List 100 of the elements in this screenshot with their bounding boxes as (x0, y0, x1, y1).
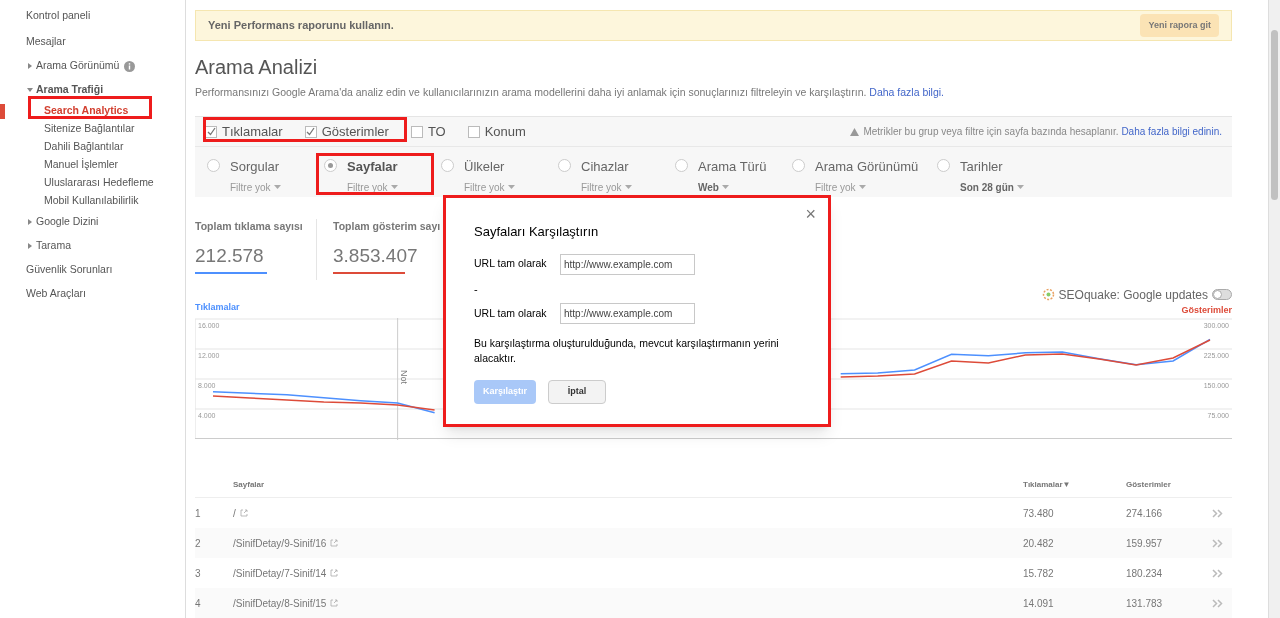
separator-text: - (474, 281, 479, 297)
double-chevron-icon[interactable] (1212, 598, 1223, 608)
page-path: /SinifDetay/7-Sinif/14 (233, 566, 327, 581)
metric-value: 212.578 (195, 244, 265, 269)
checkbox-label: Konum (484, 123, 526, 142)
grouping-label[interactable]: Arama Türü (698, 157, 767, 177)
grouping-label[interactable]: Arama Görünümü (815, 157, 919, 177)
sidebar-subitem[interactable]: Mobil Kullanılabilirlik (44, 193, 139, 209)
caret-down-icon[interactable] (27, 87, 33, 93)
warning-icon (850, 127, 860, 136)
caret-down-icon (273, 185, 281, 190)
filter-dropdown[interactable]: Web (698, 179, 767, 195)
table-cell-text: 15.782 (1023, 566, 1055, 581)
checkbox-label: Tıklamalar (222, 123, 283, 142)
external-link-icon[interactable] (330, 569, 339, 577)
radio-button[interactable] (441, 159, 454, 173)
sidebar-subitem[interactable]: Sitenize Bağlantılar (44, 121, 135, 137)
url-input[interactable]: http://www.example.com (560, 303, 695, 324)
checkbox[interactable] (410, 125, 423, 138)
radio-button[interactable] (558, 159, 571, 173)
banner-text: Yeni Performans raporunu kullanın. (208, 18, 394, 34)
dialog-note: Bu karşılaştırma oluşturulduğunda, mevcut karşılaştırmanın yerini alacaktır. (474, 336, 780, 366)
row-number: 1 (195, 506, 202, 521)
checkbox[interactable] (304, 125, 317, 138)
chart-axis-title: Tıklamalar (195, 300, 240, 314)
external-link-icon[interactable] (330, 599, 339, 607)
table-cell-text: 274.166 (1126, 506, 1164, 521)
radio-button[interactable] (324, 159, 337, 173)
caret-down-icon (507, 185, 515, 190)
caret-right-icon[interactable] (27, 243, 33, 249)
radio-button[interactable] (675, 159, 688, 173)
seoquake-icon (1041, 288, 1055, 302)
caret-down-icon (1016, 185, 1024, 190)
sidebar-item[interactable]: Web Araçları (26, 286, 86, 302)
field-label: URL tam olarak (474, 256, 548, 272)
table-cell-text: 14.091 (1023, 596, 1055, 611)
column-header[interactable]: Gösterimler (1126, 478, 1206, 491)
metric-label: Toplam tıklama sayısı (195, 218, 304, 234)
grouping-label[interactable]: Sorgular (230, 157, 281, 177)
sidebar-subitem[interactable]: Dahili Bağlantılar (44, 139, 124, 155)
grouping-label[interactable]: Ülkeler (464, 157, 515, 177)
caret-down-icon (390, 185, 398, 190)
external-link-icon[interactable] (239, 509, 248, 517)
page-path: / (233, 506, 236, 521)
radio-button[interactable] (792, 159, 805, 173)
page-path: /SinifDetay/8-Sinif/15 (233, 596, 327, 611)
page-path: /SinifDetay/9-Sinif/16 (233, 536, 327, 551)
grouping-label[interactable]: Cihazlar (581, 157, 632, 177)
sidebar-item[interactable]: Güvenlik Sorunları (26, 262, 113, 278)
radio-button[interactable] (207, 159, 220, 173)
row-number: 4 (195, 596, 202, 611)
sidebar-subitem[interactable]: Manuel İşlemler (44, 157, 119, 173)
sidebar-item[interactable]: Arama Trafiği (36, 82, 104, 98)
info-icon[interactable] (124, 60, 136, 72)
field-label: URL tam olarak (474, 305, 548, 321)
new-report-button[interactable]: Yeni rapora git (1140, 13, 1219, 38)
sidebar-item[interactable]: Google Dizini (36, 214, 99, 230)
sidebar-subitem[interactable]: Search Analytics (44, 103, 129, 119)
cancel-button[interactable]: İptal (548, 380, 607, 404)
double-chevron-icon[interactable] (1212, 538, 1223, 548)
grouping-label[interactable]: Sayfalar (347, 157, 398, 177)
page-title: Arama Analizi (195, 54, 319, 79)
sidebar-item[interactable]: Mesajlar (26, 34, 66, 50)
double-chevron-icon[interactable] (1212, 508, 1223, 518)
filter-dropdown[interactable]: Son 28 gün (960, 179, 1024, 195)
external-link-icon[interactable] (330, 539, 339, 547)
close-button[interactable]: × (805, 204, 816, 224)
grouping-label[interactable]: Tarihler (960, 157, 1024, 177)
toggle-switch[interactable] (1212, 289, 1232, 301)
row-number: 3 (195, 566, 202, 581)
column-header[interactable]: Tıklamalar▼ (1023, 478, 1126, 491)
seoquake-label: SEOquake: Google updates (1058, 286, 1208, 304)
checkbox-label: Gösterimler (321, 123, 389, 142)
scrollbar-thumb[interactable] (1271, 30, 1278, 200)
sidebar-item[interactable]: Arama Görünümü (36, 58, 120, 74)
caret-down-icon (858, 185, 866, 190)
url-input[interactable]: http://www.example.com (560, 253, 695, 275)
sidebar-item[interactable]: Kontrol paneli (26, 8, 91, 24)
sidebar-item[interactable]: Tarama (36, 238, 71, 254)
chart-axis-title: Gösterimler (1181, 303, 1232, 317)
table-cell-text: 131.783 (1126, 596, 1164, 611)
learn-more-link[interactable]: Daha fazla bilgi edinin. (1121, 126, 1222, 138)
table-cell-text: 180.234 (1126, 566, 1164, 581)
checkbox[interactable] (467, 125, 480, 138)
metric-label: Toplam gösterim sayı (333, 218, 442, 234)
page-description: Performansınızı Google Arama'da analiz edin ve kullanıcılarınızın arama modellerini daha iyi anlamak için sonuçlarınızı filtreleyin ve karşılaştırın. Daha fazla bilgi. (195, 84, 946, 100)
table-cell-text: 159.957 (1126, 536, 1164, 551)
selection-bar (0, 104, 5, 119)
caret-right-icon[interactable] (27, 63, 33, 69)
column-header[interactable]: Sayfalar (233, 478, 1023, 491)
sidebar-subitem[interactable]: Uluslararası Hedefleme (44, 175, 154, 191)
radio-button[interactable] (937, 159, 950, 173)
caret-right-icon[interactable] (27, 219, 33, 225)
double-chevron-icon[interactable] (1212, 568, 1223, 578)
learn-more-link[interactable]: Daha fazla bilgi. (869, 85, 945, 98)
dialog-title: Sayfaları Karşılaştırın (474, 223, 600, 241)
annotation: Not (398, 370, 409, 385)
caret-down-icon (624, 185, 632, 190)
metric-value: 3.853.407 (333, 244, 419, 269)
table-cell-text: 73.480 (1023, 506, 1055, 521)
